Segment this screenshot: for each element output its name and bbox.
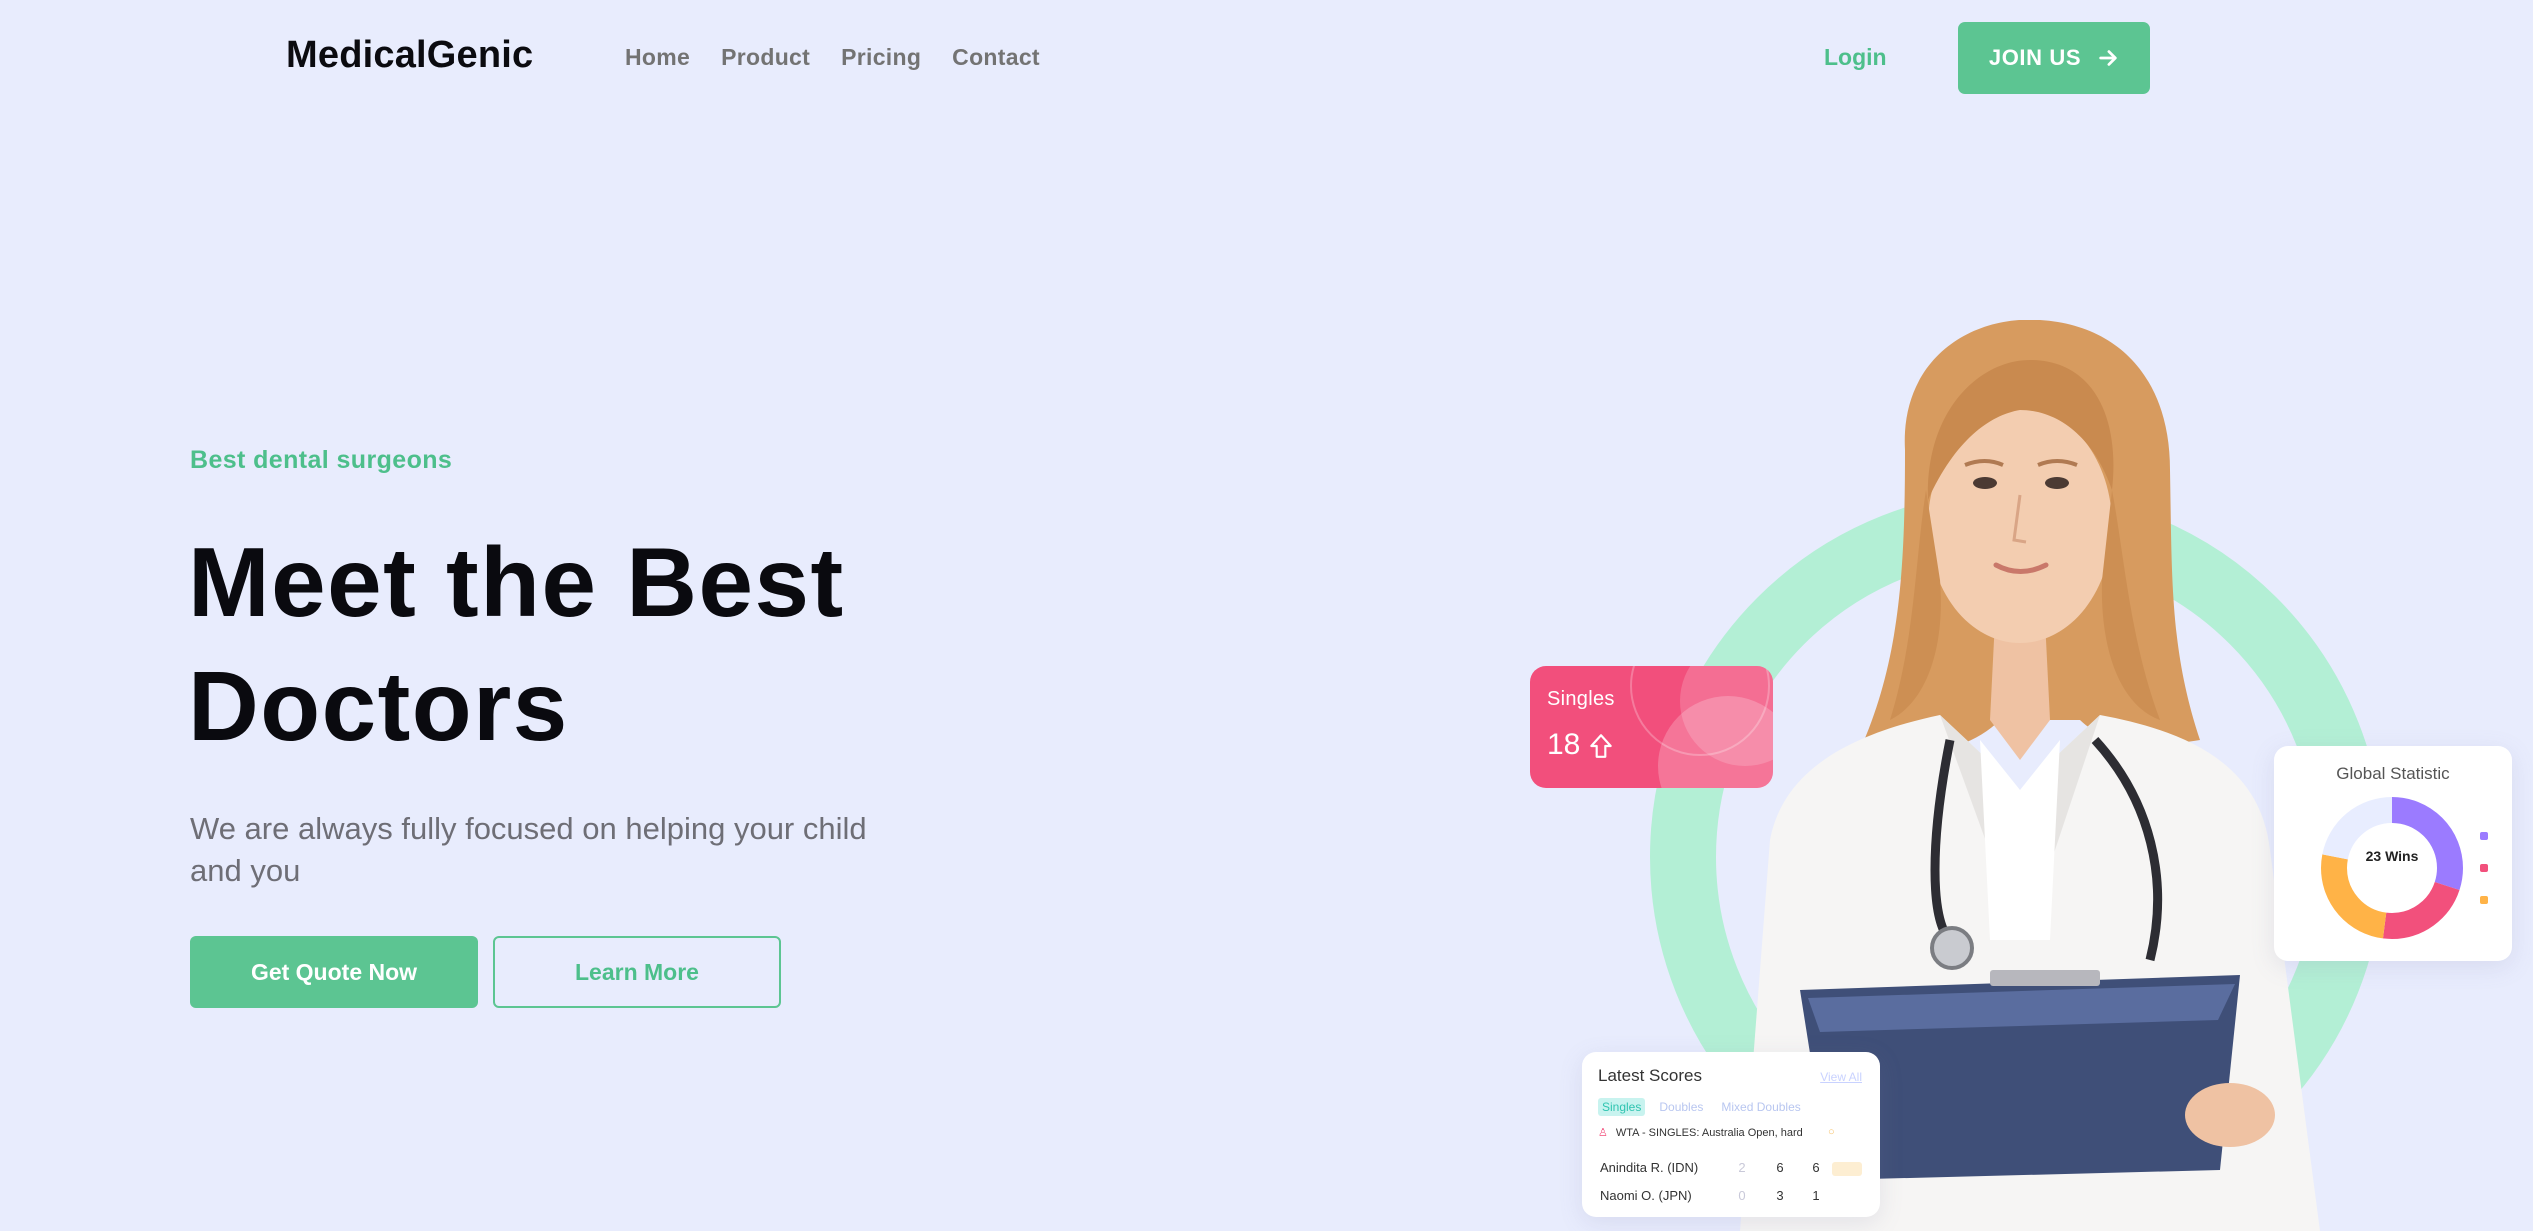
- tab-mixed-doubles[interactable]: Mixed Doubles: [1717, 1098, 1804, 1116]
- hero-title: Meet the Best Doctors: [188, 520, 968, 768]
- set-score: 3: [1776, 1188, 1784, 1203]
- scores-event: ♙ WTA - SINGLES: Australia Open, hard: [1598, 1126, 1803, 1140]
- score-row: Naomi O. (JPN) 0 3 1: [1600, 1188, 1862, 1208]
- highlight-badge: [1832, 1162, 1862, 1176]
- set-score: 6: [1776, 1160, 1784, 1175]
- global-statistic-card: Global Statistic 23 Wins: [2274, 746, 2512, 961]
- arrow-up-icon: [1590, 734, 1612, 758]
- learn-more-button[interactable]: Learn More: [493, 936, 781, 1008]
- nav-link-contact[interactable]: Contact: [952, 44, 1040, 71]
- brand-logo[interactable]: MedicalGenic: [286, 34, 533, 77]
- nav-link-pricing[interactable]: Pricing: [841, 44, 921, 71]
- primary-nav: Home Product Pricing Contact: [625, 44, 1040, 71]
- hero-eyebrow: Best dental surgeons: [190, 446, 453, 474]
- latest-scores-card: Latest Scores View All Singles Doubles M…: [1582, 1052, 1880, 1217]
- tab-doubles[interactable]: Doubles: [1655, 1098, 1707, 1116]
- nav-link-product[interactable]: Product: [721, 44, 810, 71]
- event-label: WTA - SINGLES: Australia Open, hard: [1615, 1126, 1803, 1139]
- set-score: 0: [1738, 1188, 1746, 1203]
- global-statistic-title: Global Statistic: [2336, 764, 2450, 783]
- hero-title-line-1: Meet the Best: [188, 527, 845, 637]
- player-name: Naomi O. (JPN): [1600, 1188, 1692, 1203]
- latest-scores-title: Latest Scores: [1598, 1066, 1702, 1085]
- singles-value: 18: [1547, 728, 1581, 761]
- join-us-label: JOIN US: [1988, 45, 2082, 70]
- score-row: Anindita R. (IDN) 2 6 6: [1600, 1160, 1862, 1180]
- person-icon: ♙: [1598, 1127, 1608, 1139]
- set-score: 2: [1738, 1160, 1746, 1175]
- singles-stat-card: Singles 18: [1530, 666, 1773, 788]
- singles-label: Singles: [1547, 688, 1615, 710]
- login-link[interactable]: Login: [1824, 44, 1887, 71]
- hero-title-line-2: Doctors: [188, 651, 569, 761]
- scores-tabs: Singles Doubles Mixed Doubles: [1598, 1098, 1805, 1116]
- top-navbar: MedicalGenic Home Product Pricing Contac…: [0, 0, 2533, 115]
- arrow-right-icon: [2099, 50, 2117, 66]
- nav-link-home[interactable]: Home: [625, 44, 690, 71]
- legend-dot: [2480, 864, 2488, 872]
- donut-center-label: 23 Wins: [2365, 848, 2419, 864]
- player-name: Anindita R. (IDN): [1600, 1160, 1699, 1175]
- status-dot-icon: ○: [1828, 1126, 1835, 1138]
- legend-dot: [2480, 896, 2488, 904]
- get-quote-button[interactable]: Get Quote Now: [190, 936, 478, 1008]
- wins-donut-chart: [2321, 797, 2463, 939]
- join-us-button[interactable]: JOIN US: [1958, 22, 2150, 94]
- view-all-link[interactable]: View All: [1820, 1070, 1862, 1084]
- set-score: 1: [1812, 1188, 1820, 1203]
- hero-subtitle: We are always fully focused on helping y…: [190, 811, 867, 888]
- tab-singles[interactable]: Singles: [1598, 1098, 1646, 1116]
- legend-dot: [2480, 832, 2488, 840]
- set-score: 6: [1812, 1160, 1820, 1175]
